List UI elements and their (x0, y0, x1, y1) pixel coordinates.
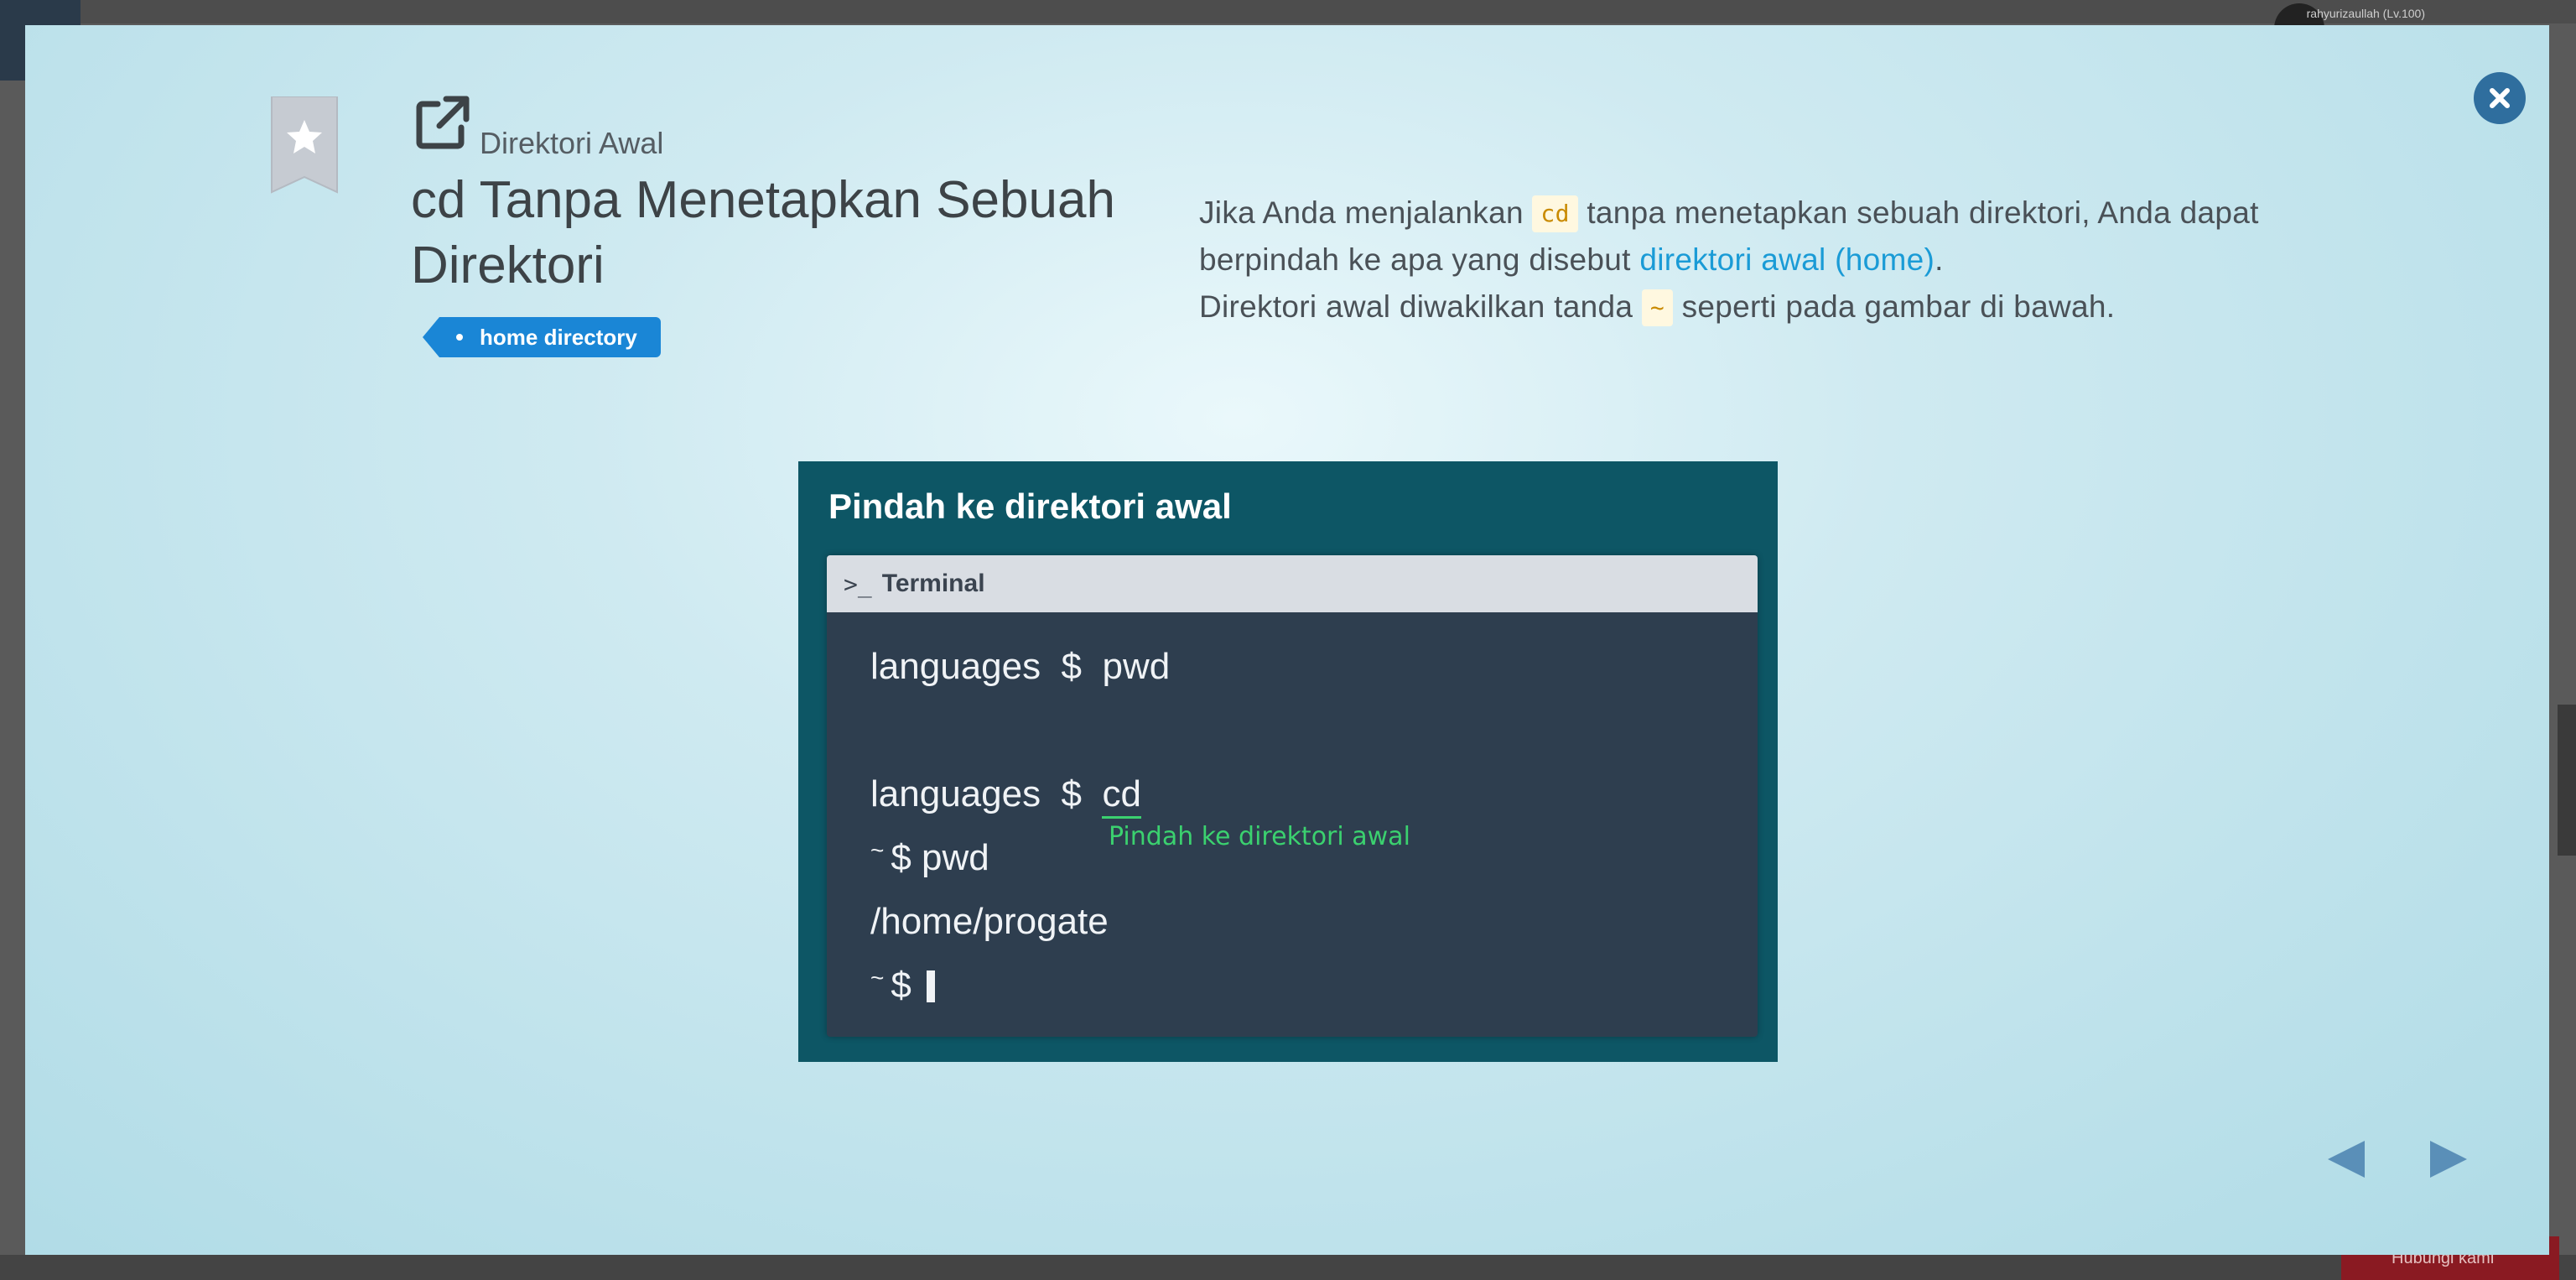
arrow-right-icon (2430, 1141, 2467, 1178)
terminal-command-cd: cd (1102, 773, 1141, 819)
desc-text: seperti pada gambar di bawah. (1673, 289, 2116, 324)
slide-image-title: Pindah ke direktori awal (828, 487, 1232, 526)
terminal-line-2: languages $ cd (870, 773, 1141, 819)
terminal-command: $ pwd (891, 837, 989, 878)
background-top-bar (0, 0, 2576, 23)
desc-text: Direktori awal diwakilkan tanda (1199, 289, 1642, 324)
slide-title: cd Tanpa Menetapkan Sebuah Direktori (411, 171, 1115, 294)
terminal-prompt: $ (1061, 773, 1083, 814)
close-icon (2490, 88, 2510, 108)
background-bottom-bar (0, 1255, 2576, 1280)
terminal-prompt: $ (1061, 646, 1083, 687)
background-scrollbar[interactable] (2558, 705, 2576, 856)
terminal-dir: languages (870, 646, 1041, 687)
slide-image: Pindah ke direktori awal >_ Terminal lan… (798, 461, 1778, 1062)
previous-slide-button[interactable] (2321, 1134, 2371, 1184)
desc-text: . (1935, 242, 1944, 277)
terminal-dir: languages (870, 773, 1041, 814)
terminal-line-3: ~ $ pwd (870, 837, 989, 879)
terminal-prompt-icon: >_ (844, 570, 872, 598)
background-user-label: rahyurizaullah (Lv.100) (2306, 7, 2425, 20)
external-link-icon (413, 92, 473, 153)
terminal-line-4: /home/progate (870, 901, 1109, 943)
tag-dot (456, 334, 463, 341)
inline-code-tilde: ~ (1641, 289, 1674, 326)
next-slide-button[interactable] (2423, 1134, 2474, 1184)
slide-category: Direktori Awal (480, 126, 664, 160)
bookmark-star-icon (271, 96, 338, 194)
terminal-line-1: languages $ pwd (870, 646, 1170, 688)
slide-description: Jika Anda menjalankan cd tanpa menetapka… (1199, 190, 2289, 330)
arrow-left-icon (2328, 1141, 2365, 1178)
terminal-window: >_ Terminal languages $ pwd languages $ … (827, 555, 1758, 1037)
tag-home-directory[interactable]: home directory (423, 317, 661, 357)
bookmark-button[interactable] (268, 96, 340, 195)
terminal-line-5: ~ $ (870, 965, 935, 1007)
terminal-output: /home/progate (870, 901, 1109, 942)
terminal-tilde: ~ (870, 965, 885, 991)
terminal-header: >_ Terminal (827, 555, 1758, 612)
slide-modal: Direktori Awal cd Tanpa Menetapkan Sebua… (25, 25, 2549, 1255)
terminal-prompt: $ (891, 965, 911, 1006)
terminal-title: Terminal (881, 570, 985, 597)
home-directory-link[interactable]: direktori awal (home) (1639, 242, 1935, 277)
terminal-tilde: ~ (870, 837, 885, 863)
terminal-command: pwd (1102, 646, 1171, 687)
close-button[interactable] (2474, 72, 2526, 124)
desc-text: Jika Anda menjalankan (1199, 195, 1533, 230)
terminal-cursor (926, 970, 935, 1002)
terminal-annotation: Pindah ke direktori awal (1109, 822, 1410, 851)
inline-code-cd: cd (1532, 195, 1578, 232)
tag-label: home directory (480, 325, 637, 350)
